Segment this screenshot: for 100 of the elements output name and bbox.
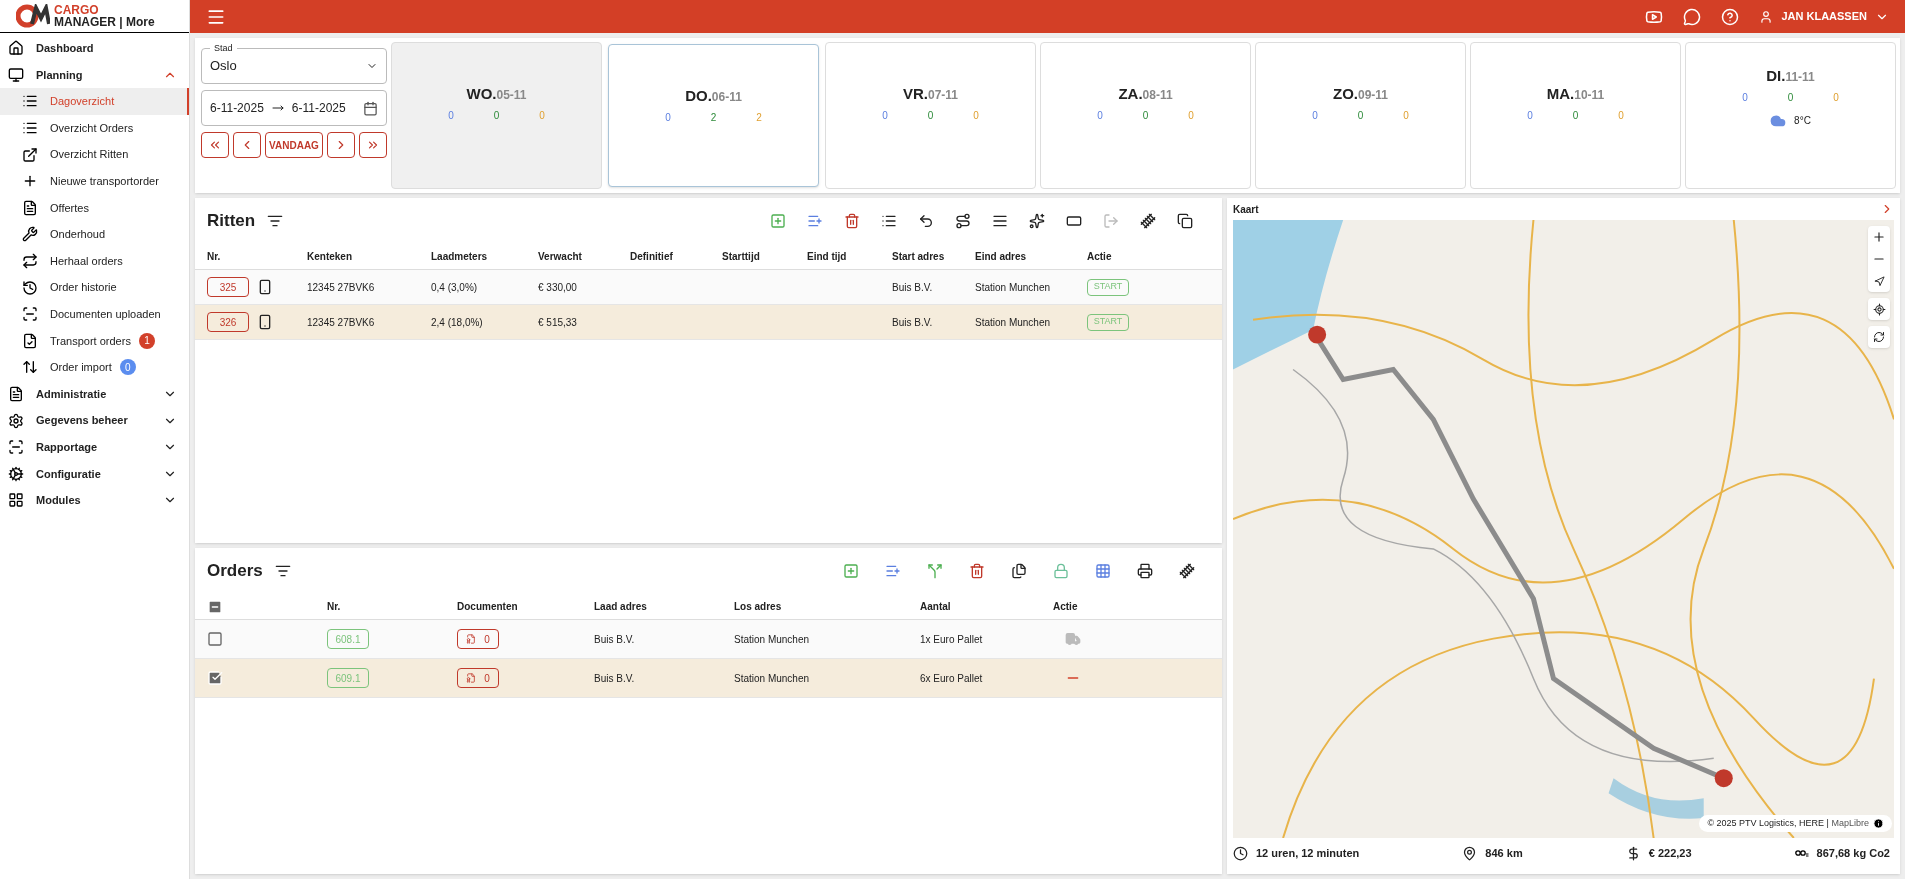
table-cell-text: Station Munchen: [734, 632, 811, 647]
day-count: 0: [1787, 90, 1794, 105]
trip-number[interactable]: 325: [207, 277, 249, 297]
rotate-icon: [1873, 331, 1885, 343]
day-card[interactable]: VR.07-11 0 0 0: [825, 42, 1036, 189]
panel-title: Ritten: [207, 210, 256, 233]
locate-icon: [1872, 302, 1886, 316]
up-down-arrows-icon: [22, 359, 38, 376]
filter-button[interactable]: [274, 563, 291, 579]
sidebar-item[interactable]: Order historie: [0, 274, 189, 301]
table-cell-text: € 515,33: [538, 315, 578, 330]
day-card[interactable]: WO.05-11 0 0 0: [391, 42, 602, 189]
home-icon: [8, 40, 24, 57]
track-icon: [1140, 213, 1156, 229]
sidebar-item[interactable]: Overzicht Orders: [0, 114, 189, 142]
column-header: Kenteken: [307, 250, 353, 264]
sidebar-item[interactable]: Gegevens beheer: [0, 407, 189, 434]
day-card[interactable]: DI.11-11 0 0 0 8°C: [1685, 42, 1896, 189]
last-chevron-icon: [366, 138, 380, 152]
day-title: VR.07-11: [902, 84, 958, 104]
column-header: Aantal: [920, 600, 952, 614]
sidebar-item[interactable]: Administratie: [0, 380, 189, 408]
next-button[interactable]: [327, 132, 355, 158]
order-row[interactable]: 608.1 0 Buis B.V. Station Munchen 1x Euro Pallet: [195, 620, 1222, 659]
column-header: Actie: [1053, 600, 1079, 614]
day-title: DO.06-11: [685, 86, 742, 106]
order-row[interactable]: 609.1 0 Buis B.V. Station Munchen 6x Euro Pallet: [195, 659, 1222, 698]
map-attribution: © 2025 PTV Logistics, HERE | MapLibre: [1707, 816, 1869, 830]
today-button[interactable]: VANDAAG: [265, 132, 323, 158]
trip-number[interactable]: 326: [207, 312, 249, 332]
rotate-button[interactable]: [1868, 326, 1890, 348]
user-icon: [1759, 9, 1774, 24]
cog-icon: [8, 465, 24, 482]
help-button[interactable]: [1721, 7, 1740, 26]
column-header: Definitief: [630, 250, 674, 264]
file-check-icon: [22, 332, 38, 349]
sidebar-item[interactable]: Modules: [0, 487, 189, 514]
sidebar-item[interactable]: Order import 0: [0, 354, 189, 381]
chat-icon: [1683, 7, 1702, 26]
previous-button[interactable]: [233, 132, 261, 158]
day-count: 0: [1403, 108, 1409, 123]
checkbox[interactable]: [207, 631, 223, 647]
lock-icon: [1053, 563, 1069, 579]
edit-list-icon: [807, 213, 823, 229]
day-count: 0: [1312, 108, 1318, 123]
split-icon: [927, 563, 943, 579]
sidebar-item[interactable]: Rapportage: [0, 433, 189, 461]
column-header: Eind adres: [975, 250, 1028, 264]
sidebar-item[interactable]: Overzicht Ritten: [0, 141, 189, 168]
documents-button[interactable]: 0: [457, 668, 499, 688]
grid-icon: [8, 492, 24, 509]
scan-icon: [22, 306, 38, 323]
day-card[interactable]: DO.06-11 0 2 2: [608, 44, 819, 187]
sidebar-item[interactable]: Offertes: [0, 194, 189, 222]
route-stat: € 222,23: [1648, 845, 1692, 861]
day-count: 0: [1833, 90, 1839, 105]
route-stat: 12 uren, 12 minuten: [1256, 845, 1360, 861]
table-cell-text: Buis B.V.: [892, 280, 934, 295]
sidebar-item[interactable]: Herhaal orders: [0, 247, 189, 275]
column-header: Verwacht: [538, 250, 583, 264]
sidebar-item[interactable]: Nieuwe transportorder: [0, 167, 189, 195]
day-card[interactable]: MA.10-11 0 0 0: [1470, 42, 1681, 189]
first-button[interactable]: [201, 132, 229, 158]
day-title: ZO.09-11: [1333, 84, 1388, 104]
day-card[interactable]: ZO.09-11 0 0 0: [1255, 42, 1466, 189]
documents-button[interactable]: 0: [457, 629, 499, 649]
info-icon[interactable]: [1873, 817, 1884, 829]
day-count: 0: [1142, 108, 1149, 123]
day-title: ZA.08-11: [1118, 84, 1173, 104]
table-cell-text: 6x Euro Pallet: [920, 671, 984, 686]
sidebar-item[interactable]: Dagoverzicht: [0, 88, 189, 115]
table-cell-text: Buis B.V.: [594, 632, 636, 647]
reply-arrow-icon: [918, 213, 934, 229]
sidebar-item[interactable]: Onderhoud: [0, 221, 189, 248]
chat-button[interactable]: [1683, 7, 1702, 26]
day-count: 2: [710, 110, 717, 125]
grid-icon: [1095, 563, 1111, 579]
trip-row[interactable]: 325 12345 27BVK6 0,4 (3,0%) € 330,00 Buis B.V. Station Munchen START: [195, 270, 1222, 305]
date-range-field[interactable]: 6-11-2025 6-11-2025: [201, 90, 387, 126]
table-cell-text: 2,4 (18,0%): [431, 315, 484, 330]
co2-icon: [1794, 849, 1809, 857]
locate-button[interactable]: [1868, 298, 1890, 320]
track-icon: [1179, 563, 1195, 579]
sidebar-item[interactable]: Documenten uploaden: [0, 300, 189, 328]
sidebar-item[interactable]: Configuratie: [0, 460, 189, 488]
monitor-icon: [8, 66, 24, 83]
filter-icon: [267, 213, 284, 229]
sidebar-item[interactable]: Dashboard: [0, 35, 189, 62]
sidebar-item[interactable]: Planning: [0, 61, 189, 89]
brand-name: CARGO: [54, 4, 100, 16]
sidebar-item[interactable]: Transport orders 1: [0, 327, 189, 355]
trip-row[interactable]: 326 12345 27BVK6 2,4 (18,0%) € 515,33 Buis B.V. Station Munchen START: [195, 305, 1222, 340]
repeat-icon: [22, 253, 38, 270]
table-cell-text: 12345 27BVK6: [307, 280, 376, 295]
day-card[interactable]: ZA.08-11 0 0 0: [1040, 42, 1251, 189]
select-all-checkbox[interactable]: [207, 598, 223, 615]
last-button[interactable]: [359, 132, 387, 158]
filter-button[interactable]: [267, 213, 284, 229]
maplibre-link[interactable]: MapLibre: [1831, 817, 1869, 828]
user-menu[interactable]: JAN KLAASSEN: [1759, 8, 1889, 25]
